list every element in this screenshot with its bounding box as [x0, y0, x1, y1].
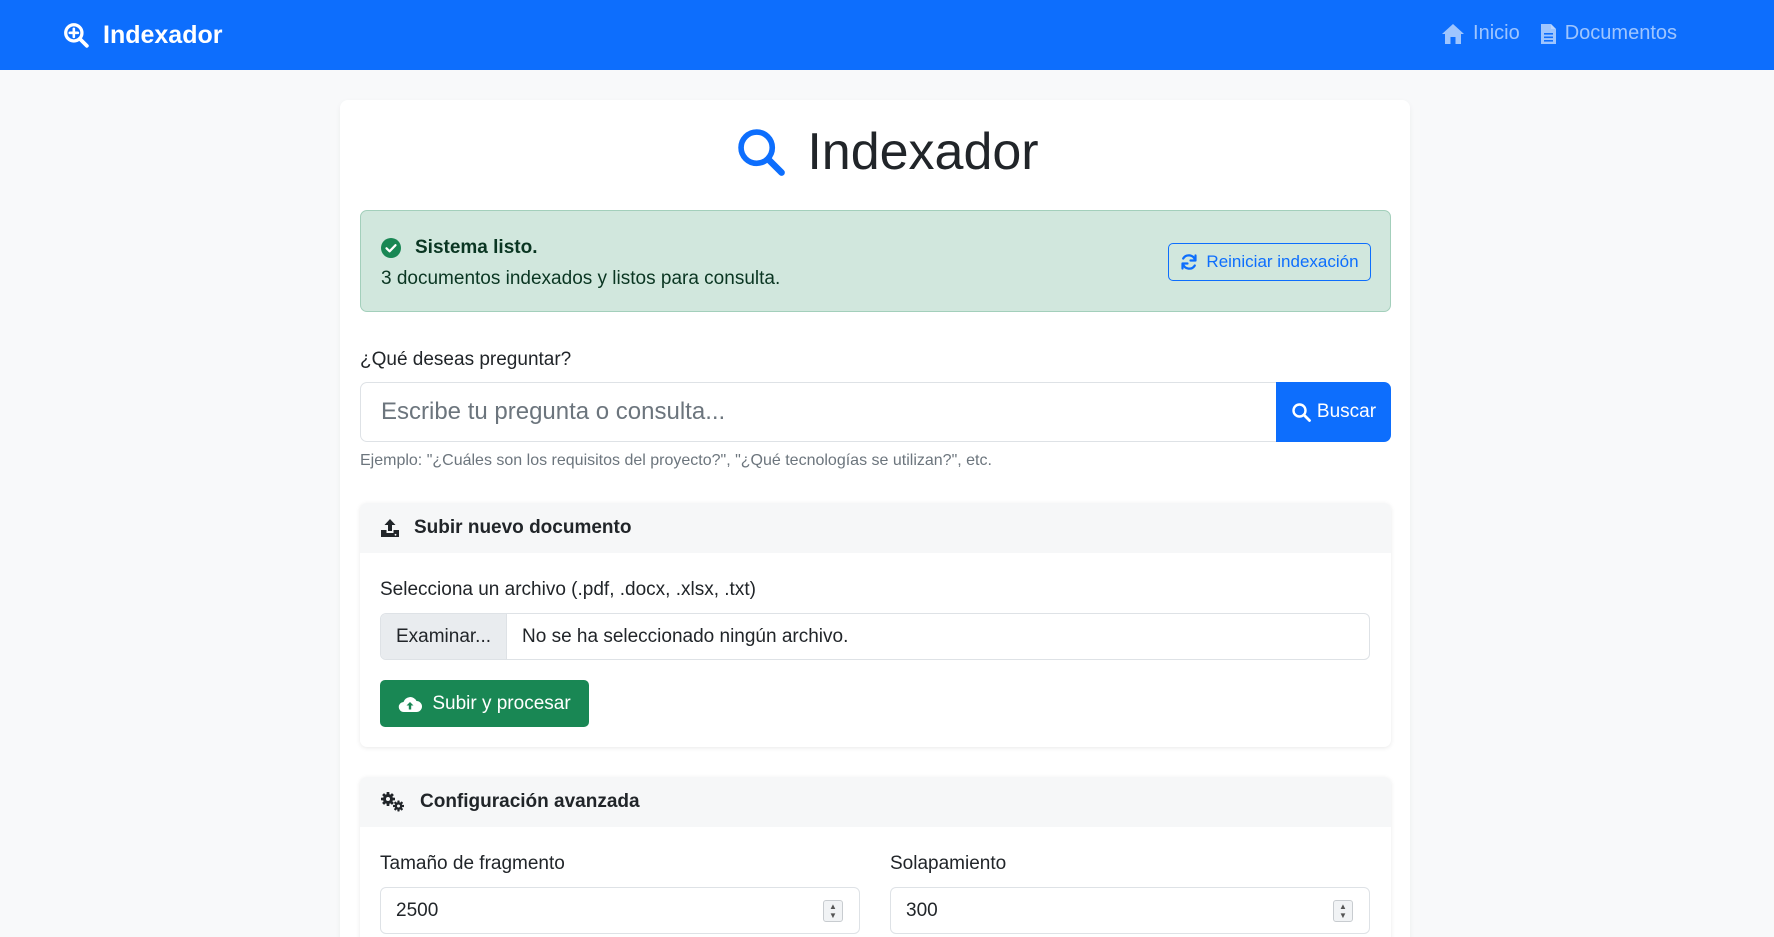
- search-button-label: Buscar: [1316, 401, 1377, 422]
- alert-title-text: Sistema listo.: [415, 237, 538, 258]
- nav-links: Inicio Documentos: [1441, 22, 1677, 45]
- stepper-up-icon[interactable]: ▲: [1339, 902, 1347, 911]
- overlap-input[interactable]: 300 ▲ ▼: [890, 887, 1370, 934]
- nav-link-documentos[interactable]: Documentos: [1540, 22, 1677, 45]
- question-help-text: Ejemplo: "¿Cuáles son los requisitos del…: [360, 452, 992, 469]
- nav-link-label: Inicio: [1473, 22, 1520, 44]
- search-plus-icon: [64, 23, 89, 48]
- file-input-label: Selecciona un archivo (.pdf, .docx, .xls…: [380, 579, 756, 600]
- cloud-upload-icon: [399, 696, 423, 712]
- alert-title: Sistema listo.: [381, 237, 538, 259]
- overlap-value: 300: [906, 899, 938, 921]
- chunk-size-input[interactable]: 2500 ▲ ▼: [380, 887, 860, 934]
- brand-label: Indexador: [103, 20, 223, 49]
- stepper-down-icon[interactable]: ▼: [829, 911, 837, 920]
- status-alert: Sistema listo. 3 documentos indexados y …: [360, 210, 1391, 312]
- chunk-size-label: Tamaño de fragmento: [380, 853, 565, 874]
- page-title: Indexador: [0, 122, 1774, 182]
- advanced-config-card: Configuración avanzada Tamaño de fragmen…: [360, 777, 1391, 937]
- check-circle-icon: [381, 238, 401, 258]
- upload-card-title: Subir nuevo documento: [414, 517, 632, 538]
- nav-link-label: Documentos: [1564, 22, 1677, 44]
- top-navbar: Indexador Inicio Documentos: [0, 0, 1774, 70]
- overlap-stepper[interactable]: ▲ ▼: [1333, 900, 1353, 922]
- search-group: Buscar: [360, 382, 1391, 442]
- alert-message: 3 documentos indexados y listos para con…: [381, 268, 781, 289]
- upload-process-label: Subir y procesar: [432, 692, 571, 714]
- file-status-text: No se ha seleccionado ningún archivo.: [522, 625, 849, 647]
- search-icon: [1292, 403, 1311, 422]
- question-label: ¿Qué deseas preguntar?: [360, 349, 572, 370]
- home-icon: [1442, 23, 1465, 44]
- reset-indexing-label: Reiniciar indexación: [1206, 252, 1359, 271]
- reset-indexing-button[interactable]: Reiniciar indexación: [1168, 243, 1371, 281]
- gears-icon: [381, 792, 404, 812]
- refresh-icon: [1181, 254, 1198, 270]
- config-card-title: Configuración avanzada: [420, 791, 640, 812]
- file-icon: [1540, 23, 1556, 44]
- upload-process-button[interactable]: Subir y procesar: [380, 680, 589, 727]
- search-icon: [738, 129, 786, 176]
- upload-icon: [381, 519, 399, 537]
- overlap-label: Solapamiento: [890, 853, 1007, 874]
- question-input[interactable]: [360, 382, 1276, 442]
- upload-card-header: Subir nuevo documento: [360, 503, 1391, 553]
- brand-link[interactable]: Indexador: [63, 19, 222, 51]
- search-button[interactable]: Buscar: [1276, 382, 1391, 442]
- page-title-text: Indexador: [807, 123, 1039, 181]
- upload-card: Subir nuevo documento Selecciona un arch…: [360, 503, 1391, 747]
- chunk-size-value: 2500: [396, 899, 439, 921]
- stepper-down-icon[interactable]: ▼: [1339, 911, 1347, 920]
- nav-link-inicio[interactable]: Inicio: [1441, 22, 1520, 45]
- chunk-size-stepper[interactable]: ▲ ▼: [823, 900, 843, 922]
- file-input[interactable]: Examinar... No se ha seleccionado ningún…: [380, 613, 1370, 660]
- config-card-header: Configuración avanzada: [360, 777, 1391, 827]
- stepper-up-icon[interactable]: ▲: [829, 902, 837, 911]
- browse-button[interactable]: Examinar...: [381, 614, 507, 659]
